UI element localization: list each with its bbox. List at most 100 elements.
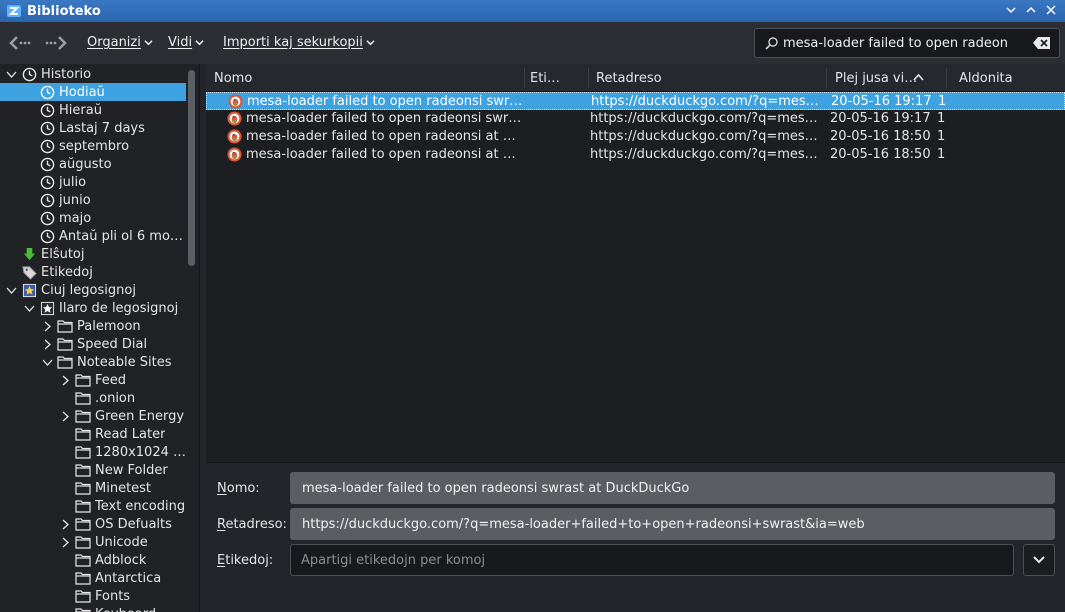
back-button[interactable]: [6, 30, 32, 56]
close-window-button[interactable]: [1043, 2, 1059, 18]
sidebar-item-label: Feed: [95, 372, 127, 388]
sidebar-item[interactable]: julio: [0, 173, 186, 191]
arrow-left-icon: [9, 36, 31, 50]
tags-label: Etikedoj:: [217, 553, 274, 568]
import-backup-menu[interactable]: Importi kaj sekurkopii: [223, 35, 375, 50]
folder-icon: [75, 498, 91, 514]
sidebar-item[interactable]: Feed: [0, 371, 186, 389]
sidebar-item-label: New Folder: [95, 462, 168, 478]
cell-name: mesa-loader failed to open radeonsi at D…: [246, 129, 522, 144]
tags-input[interactable]: [291, 545, 1013, 575]
expand-arrow-icon[interactable]: [5, 68, 17, 80]
column-separator[interactable]: [524, 68, 525, 88]
collapse-arrow-icon[interactable]: [41, 338, 53, 350]
url-field[interactable]: https://duckduckgo.com/?q=mesa-loader+fa…: [290, 508, 1055, 540]
sidebar-item[interactable]: Etikedoj: [0, 263, 186, 281]
duckduckgo-favicon-icon: [227, 147, 242, 162]
column-separator[interactable]: [588, 68, 589, 88]
sidebar-item-label: junio: [59, 192, 91, 208]
collapse-arrow-icon[interactable]: [41, 320, 53, 332]
star-folder-icon: [39, 300, 55, 316]
sidebar-item[interactable]: Noteable Sites: [0, 353, 186, 371]
search-input[interactable]: [783, 35, 1033, 51]
column-separator[interactable]: [826, 68, 827, 88]
sidebar-scrollbar[interactable]: [188, 70, 195, 266]
sidebar-item-label: majo: [59, 210, 92, 226]
folder-icon: [75, 588, 91, 604]
cell-name: mesa-loader failed to open radeonsi swra…: [246, 111, 522, 126]
title-bar: Biblioteko: [0, 0, 1065, 22]
clock-icon: [39, 156, 55, 172]
sidebar-item[interactable]: septembro: [0, 137, 186, 155]
expand-arrow-icon[interactable]: [23, 302, 35, 314]
sidebar-item[interactable]: Hodiaŭ: [0, 83, 186, 101]
sidebar-item[interactable]: Text encoding: [0, 497, 186, 515]
sidebar-item[interactable]: OS Defualts: [0, 515, 186, 533]
collapse-arrow-icon[interactable]: [59, 518, 71, 530]
sidebar-item[interactable]: majo: [0, 209, 186, 227]
expand-arrow-icon[interactable]: [5, 284, 17, 296]
sidebar-item[interactable]: Hieraŭ: [0, 101, 186, 119]
cell-last-visit: 20-05-16 18:50: [830, 147, 931, 162]
column-header-added[interactable]: Aldonita: [959, 71, 1013, 86]
sidebar-item[interactable]: 1280x1024 T…: [0, 443, 186, 461]
table-row[interactable]: mesa-loader failed to open radeonsi at D…: [206, 146, 1065, 164]
clock-icon: [39, 228, 55, 244]
sidebar-item[interactable]: Ilaro de legosignoj: [0, 299, 186, 317]
sidebar-item-label: Hodiaŭ: [59, 84, 105, 100]
sidebar-item-label: Text encoding: [95, 498, 186, 514]
sidebar-item[interactable]: Read Later: [0, 425, 186, 443]
sidebar-item-label: aŭgusto: [59, 156, 112, 172]
sidebar-item-label: 1280x1024 T…: [95, 444, 186, 460]
expand-arrow-icon[interactable]: [41, 356, 53, 368]
sidebar-item[interactable]: Antarctica: [0, 569, 186, 587]
sidebar-item-label: Ilaro de legosignoj: [59, 300, 179, 316]
tags-dropdown-button[interactable]: [1023, 544, 1055, 576]
sidebar-item[interactable]: Keyboard…: [0, 605, 186, 612]
column-header-url[interactable]: Retadreso: [596, 71, 662, 86]
sidebar-item[interactable]: Adblock: [0, 551, 186, 569]
sidebar-item[interactable]: New Folder: [0, 461, 186, 479]
name-field[interactable]: mesa-loader failed to open radeonsi swra…: [290, 472, 1055, 504]
sidebar-item[interactable]: Elŝutoj: [0, 245, 186, 263]
sidebar-item[interactable]: Lastaj 7 days: [0, 119, 186, 137]
forward-button[interactable]: [44, 30, 70, 56]
sidebar-item[interactable]: junio: [0, 191, 186, 209]
sidebar-item-label: Fonts: [95, 588, 131, 604]
sidebar-item[interactable]: Historio: [0, 65, 186, 83]
sidebar-item[interactable]: Unicode: [0, 533, 186, 551]
tag-icon: [21, 264, 37, 280]
sidebar-item[interactable]: Green Energy: [0, 407, 186, 425]
table-row[interactable]: mesa-loader failed to open radeonsi at D…: [206, 128, 1065, 146]
column-header-name[interactable]: Nomo: [214, 71, 252, 86]
organize-menu[interactable]: Organizi: [87, 35, 153, 50]
column-separator[interactable]: [946, 68, 947, 88]
sidebar-item[interactable]: Speed Dial: [0, 335, 186, 353]
collapse-arrow-icon[interactable]: [59, 536, 71, 548]
sidebar-item[interactable]: .onion: [0, 389, 186, 407]
table-row[interactable]: mesa-loader failed to open radeonsi swra…: [206, 92, 1065, 110]
collapse-arrow-icon[interactable]: [59, 410, 71, 422]
collapse-arrow-icon[interactable]: [59, 374, 71, 386]
column-header-last-visit[interactable]: Plej jusa vi…: [835, 71, 917, 86]
sidebar-item[interactable]: Minetest: [0, 479, 186, 497]
clear-search-icon[interactable]: [1033, 36, 1051, 50]
sidebar-item[interactable]: Ĉiuj legosignoj: [0, 281, 186, 299]
sidebar-item[interactable]: Palemoon: [0, 317, 186, 335]
clock-icon: [39, 120, 55, 136]
sidebar-item[interactable]: aŭgusto: [0, 155, 186, 173]
sidebar-item-label: Green Energy: [95, 408, 185, 424]
table-row[interactable]: mesa-loader failed to open radeonsi swra…: [206, 110, 1065, 128]
view-menu[interactable]: Vidi: [168, 35, 204, 50]
column-header-tags[interactable]: Eti…: [530, 71, 560, 86]
folder-icon: [75, 570, 91, 586]
sidebar-item[interactable]: Antaŭ pli ol 6 mon…: [0, 227, 186, 245]
sidebar-item[interactable]: Fonts: [0, 587, 186, 605]
minimize-button[interactable]: [1003, 2, 1019, 18]
sort-ascending-icon: [913, 73, 924, 81]
toolbar: Organizi Vidi Importi kaj sekurkopii: [0, 22, 1065, 64]
maximize-button[interactable]: [1023, 2, 1039, 18]
